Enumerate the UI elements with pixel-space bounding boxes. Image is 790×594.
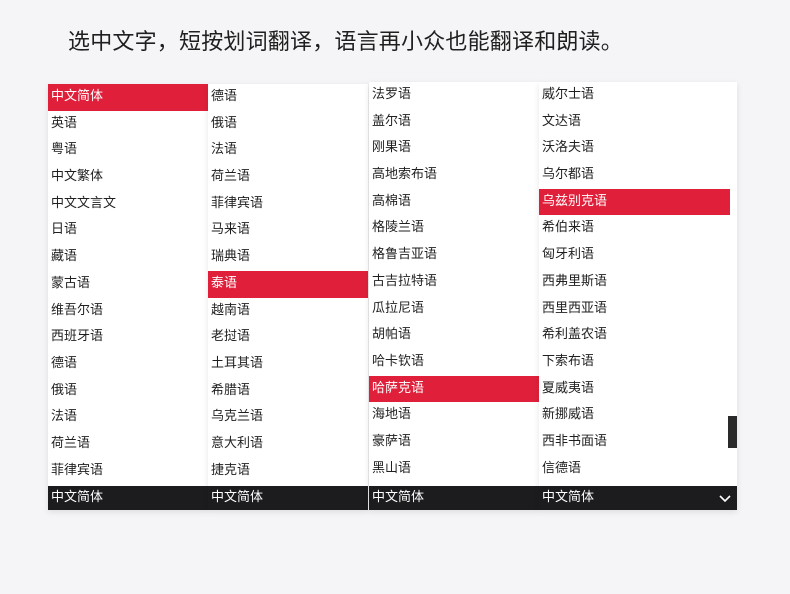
language-item[interactable]: 乌兹别克语 [539,188,730,216]
language-list: 威尔士语 文达语 沃洛夫语 乌尔都语 乌兹别克语 希伯来语 匈牙利语 西弗里斯语… [539,82,737,482]
language-item[interactable]: 菲律宾语 [208,191,368,218]
language-item[interactable]: 海地语 [369,402,539,429]
language-item[interactable]: 维吾尔语 [48,298,208,325]
language-item[interactable]: 蒙古语 [48,271,208,298]
language-item[interactable]: 法语 [48,404,208,431]
language-item[interactable]: 西里西亚语 [539,296,737,323]
language-item[interactable]: 新挪威语 [539,402,737,429]
language-item[interactable]: 乌克兰语 [208,404,368,431]
language-item[interactable]: 黑山语 [369,456,539,483]
language-item[interactable]: 信德语 [539,456,737,483]
language-item[interactable]: 哈卡钦语 [369,349,539,376]
language-item[interactable]: 威尔士语 [539,82,737,109]
language-item[interactable]: 土耳其语 [208,351,368,378]
language-item[interactable]: 俄语 [48,378,208,405]
language-list-panel-1: 中文简体 英语 粤语 中文繁体 中文文言文 日语 藏语 蒙古语 维吾尔语 西班牙… [48,84,208,510]
language-item[interactable]: 高地索布语 [369,162,539,189]
language-item[interactable]: 英语 [48,111,208,138]
language-item[interactable]: 俄语 [208,111,368,138]
language-item[interactable]: 希利盖农语 [539,322,737,349]
language-list: 法罗语 盖尔语 刚果语 高地索布语 高棉语 格陵兰语 格鲁吉亚语 古吉拉特语 瓜… [369,82,539,482]
language-list-panel-4: 威尔士语 文达语 沃洛夫语 乌尔都语 乌兹别克语 希伯来语 匈牙利语 西弗里斯语… [539,82,737,510]
language-item[interactable]: 菲律宾语 [48,458,208,485]
language-item[interactable]: 藏语 [48,244,208,271]
language-item[interactable]: 格鲁吉亚语 [369,242,539,269]
language-item[interactable]: 泰语 [208,270,368,298]
language-item[interactable]: 文达语 [539,109,737,136]
language-item[interactable]: 法罗语 [369,82,539,109]
language-item[interactable]: 德语 [48,351,208,378]
language-item[interactable]: 盖尔语 [369,109,539,136]
current-language-footer[interactable]: 中文简体 [539,486,737,510]
language-list-panel-3: 法罗语 盖尔语 刚果语 高地索布语 高棉语 格陵兰语 格鲁吉亚语 古吉拉特语 瓜… [369,82,539,510]
language-item[interactable]: 瑞典语 [208,244,368,271]
language-item[interactable]: 西非书面语 [539,429,737,456]
language-item[interactable]: 豪萨语 [369,429,539,456]
language-item[interactable]: 荷兰语 [48,431,208,458]
language-item[interactable]: 荷兰语 [208,164,368,191]
language-item[interactable]: 老挝语 [208,324,368,351]
headline: 选中文字，短按划词翻译，语言再小众也能翻译和朗读。 [68,30,624,55]
language-item[interactable]: 匈牙利语 [539,242,737,269]
language-item[interactable]: 西弗里斯语 [539,269,737,296]
language-item[interactable]: 西班牙语 [48,324,208,351]
language-item[interactable]: 哈萨克语 [369,375,539,403]
language-item[interactable]: 乌尔都语 [539,162,737,189]
language-item[interactable]: 中文简体 [48,84,208,111]
current-language-footer[interactable]: 中文简体 [369,486,539,510]
language-item[interactable]: 格陵兰语 [369,215,539,242]
chevron-down-icon[interactable] [717,486,733,510]
current-language-label: 中文简体 [542,490,595,505]
language-item[interactable]: 瓜拉尼语 [369,296,539,323]
language-list-panel-2: 德语 俄语 法语 荷兰语 菲律宾语 马来语 瑞典语 泰语 越南语 老挝语 土耳其… [208,84,368,510]
language-item[interactable]: 下索布语 [539,349,737,376]
language-item[interactable]: 马来语 [208,217,368,244]
language-item[interactable]: 法语 [208,137,368,164]
language-item[interactable]: 日语 [48,217,208,244]
language-list: 中文简体 英语 粤语 中文繁体 中文文言文 日语 藏语 蒙古语 维吾尔语 西班牙… [48,84,208,484]
language-list: 德语 俄语 法语 荷兰语 菲律宾语 马来语 瑞典语 泰语 越南语 老挝语 土耳其… [208,84,368,484]
scrollbar-thumb[interactable] [728,416,737,448]
language-item[interactable]: 古吉拉特语 [369,269,539,296]
language-item[interactable]: 沃洛夫语 [539,135,737,162]
language-item[interactable]: 德语 [208,84,368,111]
language-item[interactable]: 刚果语 [369,135,539,162]
language-item[interactable]: 中文繁体 [48,164,208,191]
language-item[interactable]: 希腊语 [208,378,368,405]
language-item[interactable]: 夏威夷语 [539,376,737,403]
language-item[interactable]: 捷克语 [208,458,368,485]
language-item[interactable]: 希伯来语 [539,215,737,242]
language-item[interactable]: 胡帕语 [369,322,539,349]
current-language-footer[interactable]: 中文简体 [48,486,208,510]
current-language-footer[interactable]: 中文简体 [208,486,368,510]
language-item[interactable]: 意大利语 [208,431,368,458]
language-item[interactable]: 高棉语 [369,189,539,216]
language-item[interactable]: 粤语 [48,137,208,164]
language-item[interactable]: 中文文言文 [48,191,208,218]
language-item[interactable]: 越南语 [208,298,368,325]
